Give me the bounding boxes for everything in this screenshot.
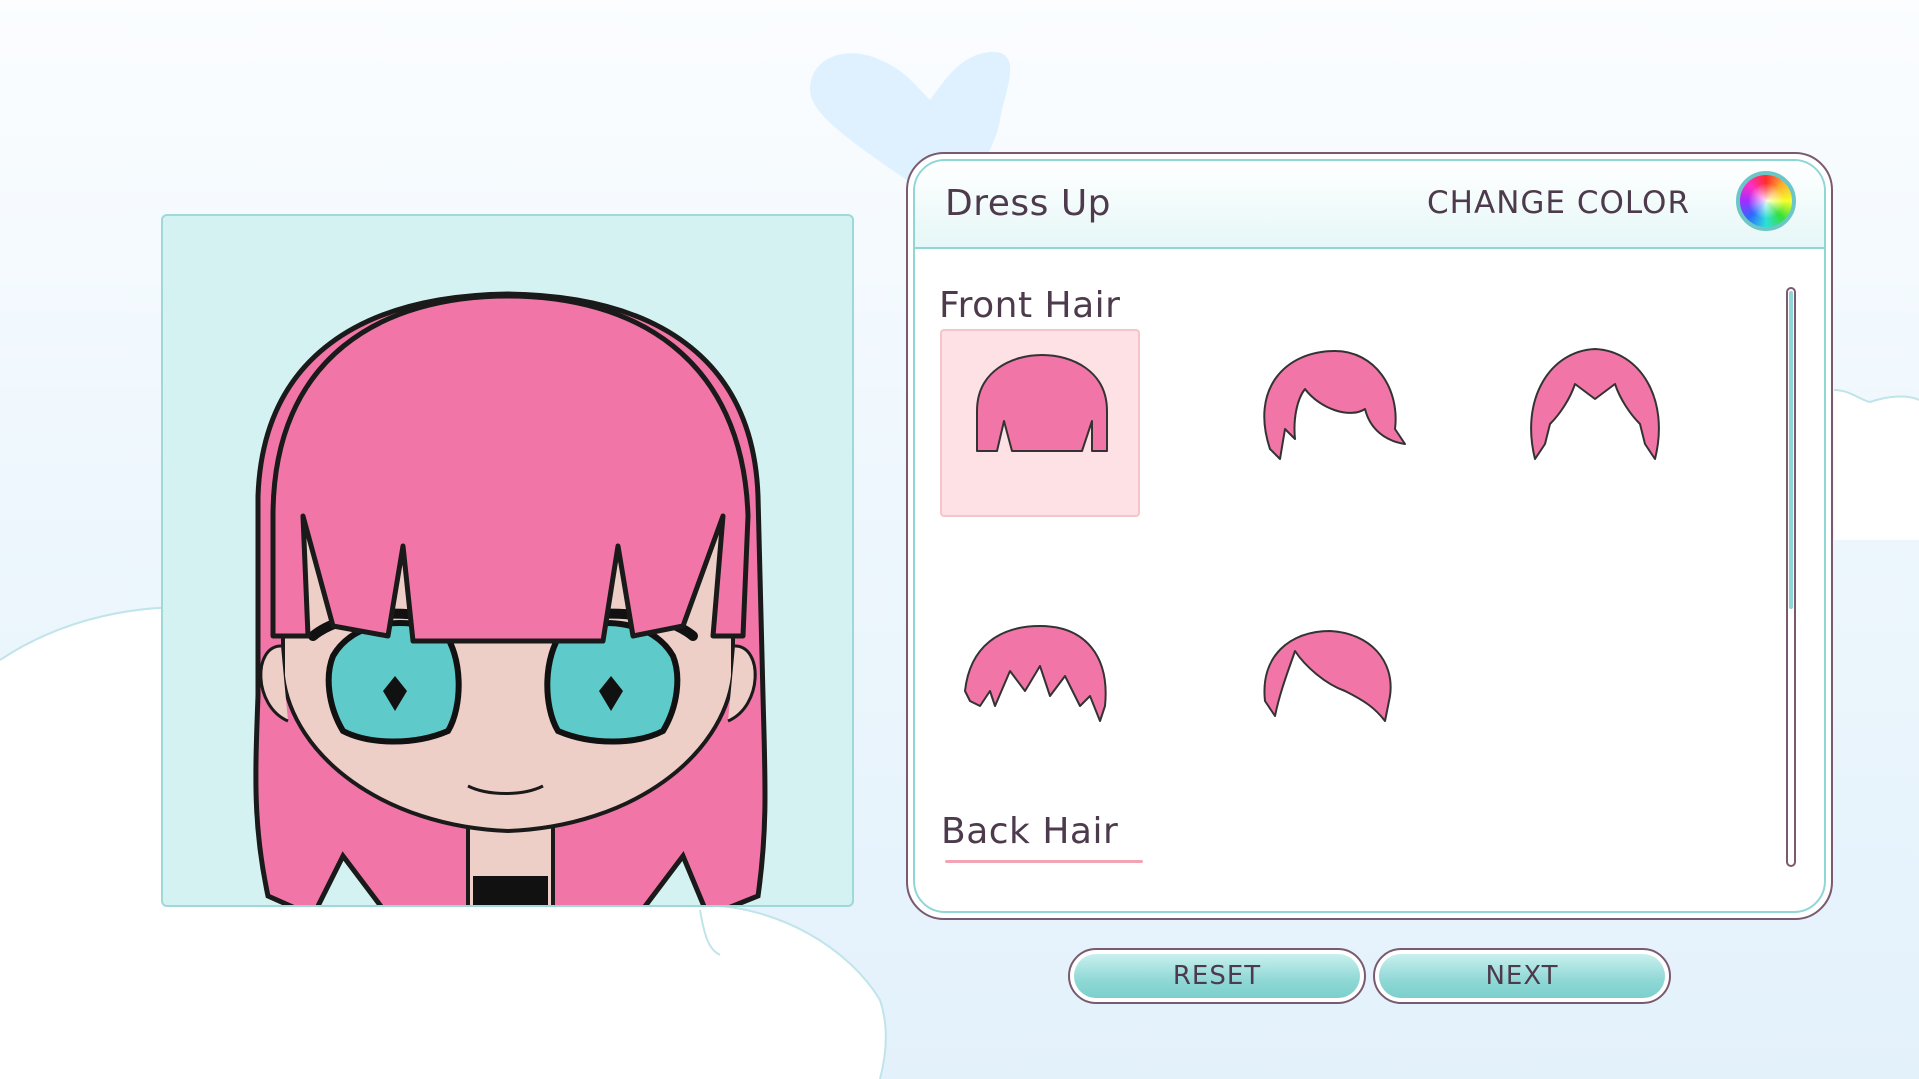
front-hair-option-1[interactable] — [940, 329, 1140, 517]
bangs-parted-icon — [1530, 348, 1660, 460]
section-title-back-hair: Back Hair — [941, 811, 1119, 852]
front-hair-option-5[interactable] — [1225, 596, 1425, 784]
bangs-sweep-icon — [1263, 630, 1392, 722]
options-scrollbar[interactable] — [1786, 287, 1796, 867]
front-hair-option-4[interactable] — [940, 596, 1140, 784]
front-hair-option-3[interactable] — [1495, 329, 1695, 517]
panel-header: Dress Up CHANGE COLOR — [915, 161, 1824, 249]
dress-up-panel: Dress Up CHANGE COLOR Front Hair Back Ha… — [906, 152, 1833, 920]
dress-up-panel-inner: Dress Up CHANGE COLOR Front Hair Back Ha… — [913, 159, 1826, 913]
color-wheel-icon[interactable] — [1736, 171, 1796, 231]
panel-title: Dress Up — [945, 183, 1112, 224]
back-hair-underline — [945, 860, 1143, 863]
section-title-front-hair: Front Hair — [939, 285, 1121, 326]
scrollbar-thumb[interactable] — [1789, 291, 1793, 609]
bangs-straight-icon — [976, 354, 1108, 452]
change-color-button[interactable]: CHANGE COLOR — [1427, 185, 1690, 221]
next-button[interactable]: NEXT — [1373, 948, 1671, 1004]
character-illustration — [253, 291, 768, 905]
character-preview — [161, 214, 854, 907]
reset-button[interactable]: RESET — [1068, 948, 1366, 1004]
bangs-messy-icon — [964, 625, 1107, 722]
bangs-side-swept-icon — [1263, 350, 1406, 460]
front-hair-option-2[interactable] — [1225, 329, 1425, 517]
reset-button-label: RESET — [1074, 954, 1360, 998]
next-button-label: NEXT — [1379, 954, 1665, 998]
